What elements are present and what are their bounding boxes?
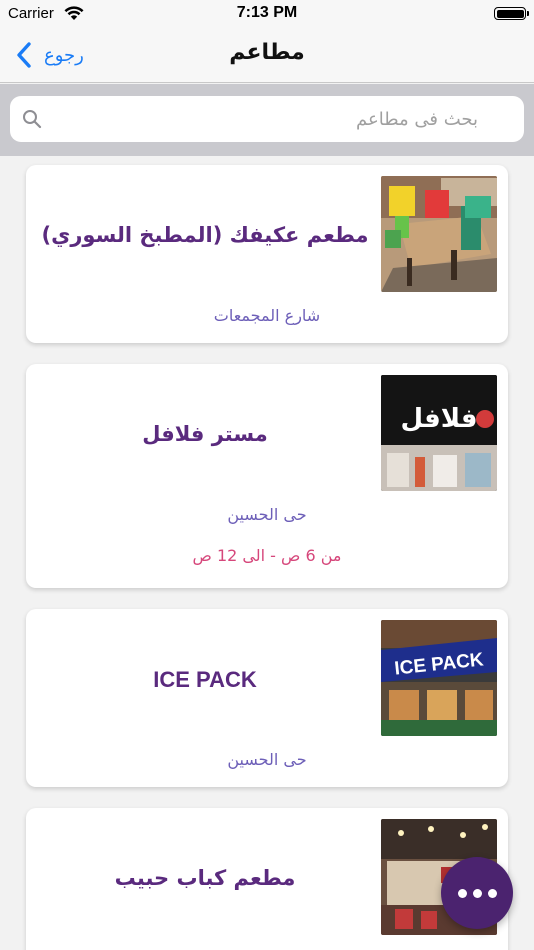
page-title: مطاعم [229, 40, 305, 65]
navigation-bar: رجوع مطاعم [0, 28, 534, 83]
restaurant-card[interactable]: مطعم عكيفك (المطبخ السوري) شارع المجمعات [26, 165, 508, 343]
restaurant-name: مطعم كباب حبيب [114, 866, 296, 890]
search-bar-container [0, 84, 534, 156]
restaurant-card[interactable]: مطعم كباب حبيب [26, 808, 508, 950]
restaurant-name: مستر فلافل [142, 422, 268, 446]
search-box[interactable] [10, 96, 524, 142]
restaurant-name: ICE PACK [153, 667, 257, 692]
restaurant-list[interactable]: مطعم عكيفك (المطبخ السوري) شارع المجمعات… [0, 156, 534, 950]
status-bar: Carrier 7:13 PM [0, 0, 534, 28]
restaurant-address: حى الحسين [227, 750, 307, 769]
restaurant-thumbnail [381, 176, 497, 292]
sign-text: فلافل [401, 404, 478, 434]
more-horizontal-icon-dot [487, 888, 497, 898]
restaurant-name: مطعم عكيفك (المطبخ السوري) [41, 223, 369, 247]
search-icon [23, 110, 42, 129]
battery-icon [494, 7, 529, 20]
more-horizontal-icon-dot [472, 888, 482, 898]
restaurant-card[interactable]: فلافل مستر فلافل حى الحسين من 6 ص - الى … [26, 364, 508, 588]
more-options-button[interactable] [441, 857, 513, 929]
search-input[interactable] [58, 96, 478, 142]
restaurant-thumbnail: ICE PACK [381, 620, 497, 736]
opening-hours: من 6 ص - الى 12 ص [192, 546, 342, 565]
more-horizontal-icon [457, 888, 467, 898]
restaurant-card[interactable]: ICE PACK ICE PACK حى الحسين [26, 609, 508, 787]
restaurant-address: حى الحسين [227, 505, 307, 524]
clock: 7:13 PM [236, 4, 298, 21]
restaurant-address: شارع المجمعات [213, 306, 321, 325]
restaurant-thumbnail: فلافل [381, 375, 497, 491]
